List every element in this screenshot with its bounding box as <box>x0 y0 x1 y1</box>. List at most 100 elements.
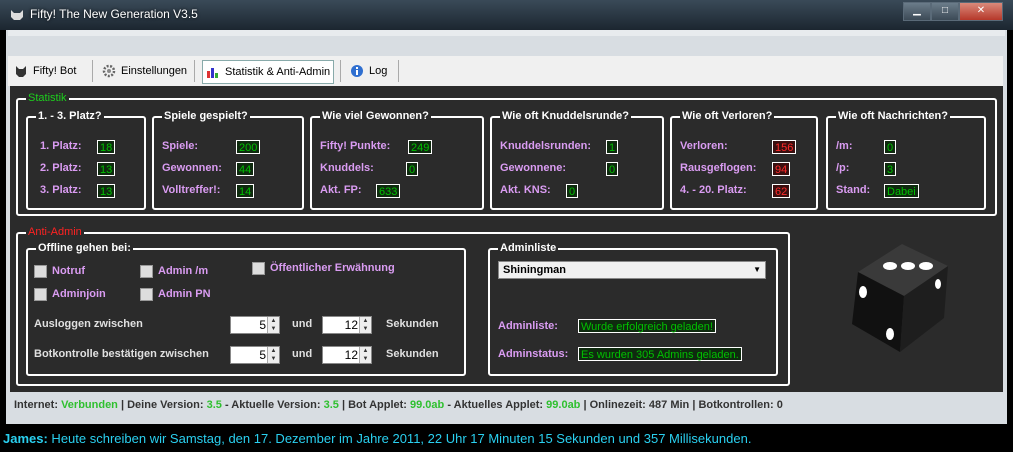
gewonnen-group: Wie viel Gewonnen? Fifty! Punkte: 249 Kn… <box>310 110 484 210</box>
akt-fp-value: 633 <box>376 184 401 198</box>
spiele-label: Spiele: <box>162 140 199 152</box>
oeffentlich-checkbox[interactable] <box>252 262 265 275</box>
aktuelle-version-value: 3.5 <box>323 399 339 411</box>
akt-fp-label: Akt. FP: <box>320 184 362 196</box>
knuddels-value: 0 <box>406 162 419 176</box>
tab-einstellungen[interactable]: Einstellungen <box>102 60 187 82</box>
chat-user: James: <box>3 431 48 446</box>
adminliste-group: Adminliste Shiningman ▼ Adminliste: Wurd… <box>488 242 778 376</box>
tab-label: Einstellungen <box>121 65 188 77</box>
spiele-value: 200 <box>236 140 261 154</box>
tab-label: Log <box>369 65 388 77</box>
version-label: Deine Version: <box>127 399 204 411</box>
tab-label: Statistik & Anti-Admin <box>225 66 331 78</box>
stepper-value: 5 <box>259 318 266 332</box>
knuddelsrunden-label: Knuddelsrunden: <box>500 140 592 152</box>
platz-1-label: 1. Platz: <box>40 140 82 152</box>
knuddelsrunden-value: 1 <box>606 140 619 154</box>
stand-label: Stand: <box>836 184 871 196</box>
statistik-group: Statistik 1. - 3. Platz? 1. Platz: 18 2.… <box>16 92 997 216</box>
botkontrolle-to-stepper[interactable]: 12 ▲ ▼ <box>322 346 372 364</box>
nachrichten-title: Wie oft Nachrichten? <box>836 110 950 122</box>
sekunden-label: Sekunden <box>386 348 439 360</box>
botkontrolle-label: Botkontrolle bestätigen zwischen <box>34 348 209 360</box>
platz-1-value: 18 <box>97 140 116 154</box>
stepper-arrows-icon[interactable]: ▲ ▼ <box>359 347 371 363</box>
bot-applet-label: Bot Applet: <box>348 399 407 411</box>
ausloggen-from-stepper[interactable]: 5 ▲ ▼ <box>230 316 280 334</box>
p-label: /p: <box>836 162 850 174</box>
adminliste-status-label: Adminliste: <box>498 320 558 332</box>
admin-pn-checkbox[interactable] <box>140 288 153 301</box>
aktuelle-version-label: Aktuelle Version: <box>231 399 321 411</box>
stepper-arrows-icon[interactable]: ▲ ▼ <box>267 347 279 363</box>
internet-label: Internet: <box>14 399 58 411</box>
admin-m-label: Admin /m <box>158 265 209 277</box>
chat-message: James: Heute schreiben wir Samstag, den … <box>3 431 751 446</box>
platz-3-value: 13 <box>97 184 116 198</box>
platz-3-label: 3. Platz: <box>40 184 82 196</box>
onlinezeit-unit: Min <box>670 399 690 411</box>
rausgeflogen-label: Rausgeflogen: <box>680 162 757 174</box>
admin-select[interactable]: Shiningman ▼ <box>498 261 766 279</box>
statistik-legend: Statistik <box>26 92 69 104</box>
stepper-arrows-icon[interactable]: ▲ ▼ <box>267 317 279 333</box>
platz-4-20-label: 4. - 20. Platz: <box>680 184 747 196</box>
maximize-button[interactable]: □ <box>931 2 959 21</box>
dice-icon <box>852 244 948 352</box>
tab-bar: Fifty! Bot Einstellungen Statistik & Ant… <box>8 56 1003 86</box>
gewonnen-title: Wie viel Gewonnen? <box>320 110 431 122</box>
tab-fifty-bot[interactable]: Fifty! Bot <box>14 60 76 82</box>
tab-separator <box>340 60 341 82</box>
version-value: 3.5 <box>206 399 222 411</box>
close-button[interactable]: ✕ <box>959 2 1003 21</box>
minimize-button[interactable]: ▁ <box>903 2 931 21</box>
stepper-value: 5 <box>259 348 266 362</box>
title-bar: Fifty! The New Generation V3.5 ▁ □ ✕ <box>0 0 1013 30</box>
und-label: und <box>292 318 313 330</box>
oeffentlich-label: Öffentlicher Erwähnung <box>270 262 395 274</box>
main-panel: Statistik 1. - 3. Platz? 1. Platz: 18 2.… <box>10 86 1003 392</box>
tab-statistik-anti-admin[interactable]: Statistik & Anti-Admin <box>202 60 335 84</box>
sekunden-label: Sekunden <box>386 318 439 330</box>
volltreffer-value: 14 <box>236 184 255 198</box>
tab-separator <box>92 60 93 82</box>
rausgeflogen-value: 94 <box>772 162 791 176</box>
nachrichten-group: Wie oft Nachrichten? /m: 0 /p: 3 Stand: … <box>826 110 986 210</box>
platz-group: 1. - 3. Platz? 1. Platz: 18 2. Platz: 13… <box>26 110 146 210</box>
stepper-value: 12 <box>344 348 358 362</box>
knuddels-label: Knuddels: <box>320 162 374 174</box>
frame-top <box>8 30 1005 36</box>
cat-logo-icon <box>11 10 23 20</box>
offline-group: Offline gehen bei: Notruf Admin /m Öffen… <box>26 242 466 376</box>
botkontrolle-from-stepper[interactable]: 5 ▲ ▼ <box>230 346 280 364</box>
tab-separator <box>398 60 399 82</box>
platz-title: 1. - 3. Platz? <box>36 110 104 122</box>
onlinezeit-value: 487 <box>648 399 668 411</box>
akt-kns-value: 0 <box>566 184 579 198</box>
gewonnene-value: 0 <box>606 162 619 176</box>
fifty-punkte-label: Fifty! Punkte: <box>320 140 391 152</box>
stepper-arrows-icon[interactable]: ▲ ▼ <box>359 317 371 333</box>
ausloggen-to-stepper[interactable]: 12 ▲ ▼ <box>322 316 372 334</box>
admin-m-checkbox[interactable] <box>140 265 153 278</box>
gewonnen-label: Gewonnen: <box>162 162 222 174</box>
fifty-punkte-value: 249 <box>408 140 433 154</box>
botkontrollen-label: Botkontrollen: <box>698 399 774 411</box>
aktuelles-applet-label: Aktuelles Applet: <box>453 399 544 411</box>
tab-label: Fifty! Bot <box>33 65 77 77</box>
verloren-title: Wie oft Verloren? <box>680 110 775 122</box>
botkontrollen-value: 0 <box>776 399 783 411</box>
stand-value: Dabei <box>884 184 919 198</box>
gewonnen-value: 44 <box>236 162 255 176</box>
und-label: und <box>292 348 313 360</box>
anti-admin-legend: Anti-Admin <box>26 226 84 238</box>
tab-log[interactable]: Log <box>350 60 387 82</box>
adminjoin-checkbox[interactable] <box>34 288 47 301</box>
aktuelles-applet-value: 99.0ab <box>546 399 581 411</box>
platz-2-label: 2. Platz: <box>40 162 82 174</box>
p-value: 3 <box>884 162 897 176</box>
adminliste-title: Adminliste <box>498 242 559 254</box>
cat-icon <box>16 66 26 77</box>
notruf-checkbox[interactable] <box>34 265 47 278</box>
